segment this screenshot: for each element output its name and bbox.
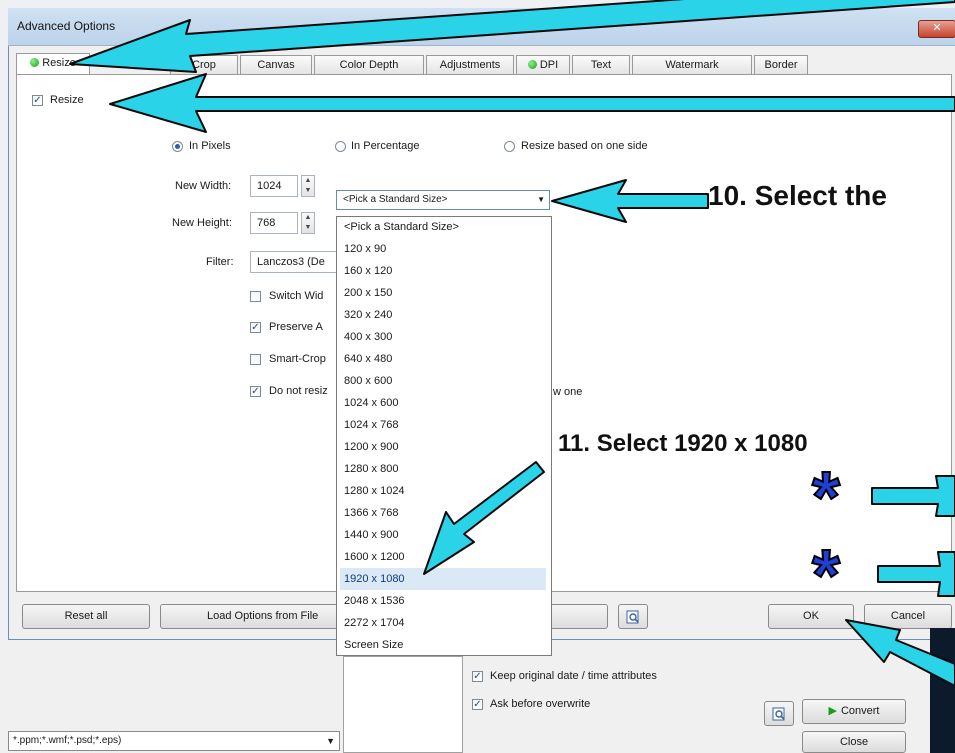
annotation-overlay: [69, 0, 955, 687]
arrow-to-resize-tab: [69, 0, 955, 73]
arrow-to-resize-checkbox: [109, 73, 955, 133]
arrow-right-2: [877, 551, 955, 597]
arrow-to-ok-button: [845, 619, 955, 687]
asterisk-marker-icon: *: [811, 536, 841, 616]
annotation-step-11: 11. Select 1920 x 1080: [558, 430, 808, 457]
arrow-to-standard-size: [551, 179, 709, 223]
arrow-to-1920-option: [423, 461, 545, 575]
asterisk-marker-icon: *: [811, 458, 841, 538]
annotation-step-10: 10. Select the: [708, 180, 887, 211]
arrow-right-1: [871, 475, 955, 517]
